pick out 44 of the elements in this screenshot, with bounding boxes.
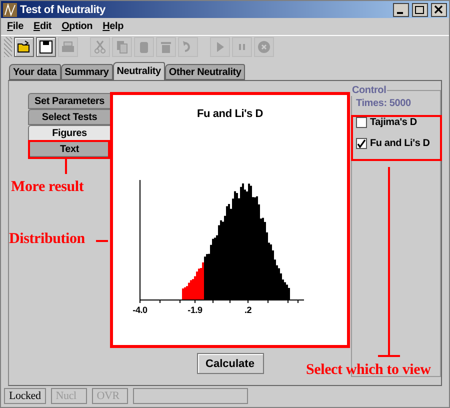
checkbox-label: Fu and Li's D	[370, 138, 430, 149]
print-icon	[61, 40, 75, 54]
checkbox-label: Tajima's D	[370, 116, 417, 128]
close-button[interactable]	[431, 2, 447, 17]
tab[interactable]: Summary	[60, 64, 113, 80]
group-title: Control	[351, 85, 388, 96]
open-icon	[17, 40, 31, 54]
annotation-text: More result	[11, 179, 84, 196]
stop-icon	[257, 40, 271, 54]
delete-icon	[159, 40, 173, 54]
menu-item[interactable]: File	[7, 21, 24, 32]
checkbox[interactable]	[356, 138, 367, 149]
leader-line	[96, 240, 108, 242]
figure-title: Fu and Li's D	[196, 108, 264, 120]
axis-tick-label: -4.0	[132, 305, 148, 316]
save-icon	[39, 40, 53, 54]
axis-tick-label: .2	[244, 305, 252, 316]
cut-icon	[93, 40, 107, 54]
side-tab[interactable]: Select Tests	[28, 109, 110, 126]
toolbar-button[interactable]	[36, 37, 56, 58]
toolbar-button[interactable]	[14, 37, 34, 58]
tab[interactable]: Your data	[9, 64, 61, 80]
window-title: Test of Neutrality	[20, 4, 106, 16]
minimize-button[interactable]	[393, 2, 409, 17]
calculate-button[interactable]: Calculate	[196, 353, 264, 374]
copy-icon	[115, 40, 129, 54]
menu-item[interactable]: Edit	[33, 21, 52, 32]
checkbox[interactable]	[356, 116, 367, 128]
menu-item[interactable]: Help	[102, 21, 124, 32]
app-icon	[3, 2, 17, 17]
tab[interactable]: Neutrality	[112, 62, 165, 80]
side-tab[interactable]: Set Parameters	[28, 93, 110, 110]
maximize-button[interactable]	[412, 2, 428, 17]
side-tab[interactable]: Figures	[28, 125, 110, 142]
toolbar-grip[interactable]	[4, 37, 12, 58]
tab[interactable]: Other Neutrality	[164, 64, 246, 80]
annotation-text: Select which to view	[306, 362, 431, 379]
times-label: Times: 5000	[356, 98, 412, 110]
menu-item[interactable]: Option	[62, 21, 93, 32]
axis-tick-label: -1.9	[188, 305, 202, 316]
annotation-text: Distribution	[9, 231, 85, 248]
status-field: Locked	[4, 388, 46, 404]
leader-line	[65, 159, 67, 174]
paste-icon	[137, 40, 151, 54]
